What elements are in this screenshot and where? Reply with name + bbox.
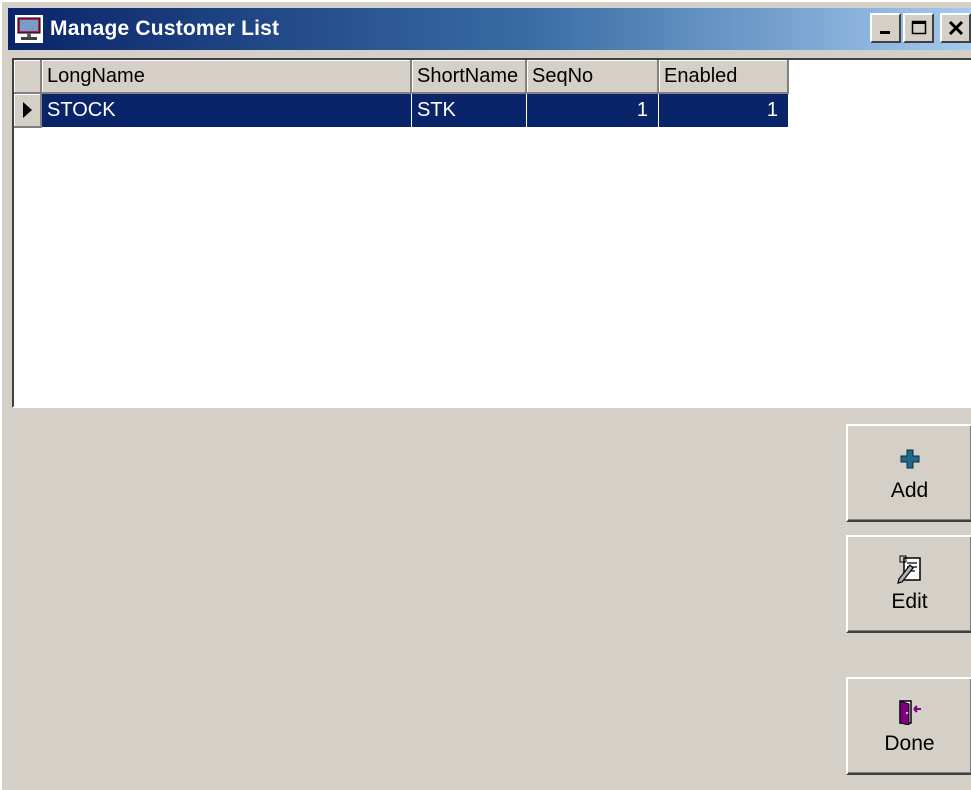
cell-enabled[interactable]: 1 — [659, 94, 789, 128]
minimize-icon — [879, 31, 890, 34]
cell-seqno[interactable]: 1 — [527, 94, 659, 128]
maximize-button[interactable] — [903, 13, 934, 43]
window-title: Manage Customer List — [50, 17, 280, 40]
edit-button[interactable]: Edit — [846, 535, 971, 633]
add-button[interactable]: Add — [846, 424, 971, 522]
minimize-button[interactable] — [870, 13, 901, 43]
exit-door-icon — [898, 700, 921, 725]
current-row-arrow-icon — [23, 102, 32, 118]
done-button[interactable]: Done — [846, 677, 971, 775]
maximize-icon — [911, 20, 926, 35]
plus-icon — [900, 449, 919, 469]
manage-customer-list-window: Manage Customer List LongName ShortName … — [0, 0, 971, 790]
edit-button-label: Edit — [891, 590, 928, 613]
column-header-longname[interactable]: LongName — [42, 60, 412, 94]
title-bar[interactable]: Manage Customer List — [8, 8, 971, 50]
close-icon — [948, 20, 963, 36]
monitor-icon — [15, 15, 43, 43]
header-indicator-cell — [14, 60, 42, 94]
close-button[interactable] — [940, 13, 971, 43]
done-button-label: Done — [884, 732, 935, 755]
add-button-label: Add — [890, 479, 929, 502]
column-header-seqno[interactable]: SeqNo — [527, 60, 659, 94]
cell-longname[interactable]: STOCK — [42, 94, 412, 128]
caption-buttons — [870, 13, 971, 43]
column-header-shortname[interactable]: ShortName — [412, 60, 527, 94]
edit-document-icon — [896, 555, 921, 584]
customer-grid[interactable]: LongName ShortName SeqNo Enabled STOCK S… — [12, 58, 971, 408]
row-indicator[interactable] — [14, 94, 42, 128]
table-row[interactable]: STOCK STK 1 1 — [14, 94, 789, 128]
column-header-enabled[interactable]: Enabled — [659, 60, 789, 94]
grid-header-row: LongName ShortName SeqNo Enabled — [14, 60, 789, 94]
cell-shortname[interactable]: STK — [412, 94, 527, 128]
